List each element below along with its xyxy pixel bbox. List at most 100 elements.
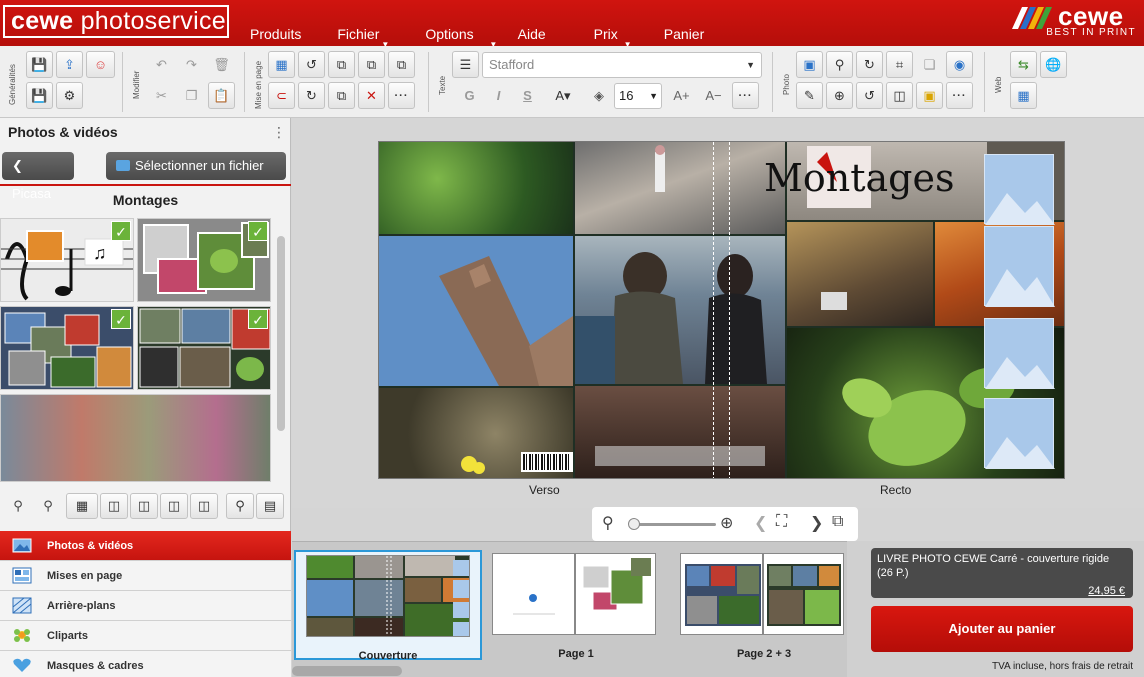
photo-mirror-button[interactable]: ◫	[886, 82, 913, 109]
save-as-button[interactable]: 💾	[26, 82, 53, 109]
previous-page-icon[interactable]: ❮	[754, 513, 767, 533]
upload-button[interactable]: ⇪	[56, 51, 83, 78]
sort-button-2[interactable]: ◫	[130, 493, 158, 519]
empty-photo-placeholder[interactable]	[984, 154, 1055, 225]
nav-photos-videos[interactable]: Photos & vidéos	[0, 531, 291, 561]
select-file-button[interactable]: Sélectionner un fichier	[106, 152, 286, 180]
zoom-in-thumbs-button[interactable]: ⚲	[34, 493, 62, 519]
page-thumb-1[interactable]: Page 1	[482, 550, 670, 660]
page-thumb-2-3[interactable]: Page 2 + 3	[670, 550, 858, 660]
add-photo-button[interactable]: ▣	[796, 51, 823, 78]
photo-frame-office[interactable]	[787, 222, 933, 326]
zoom-out-icon[interactable]: ⚲	[602, 513, 614, 533]
picasa-back-button[interactable]: ❮ Picasa	[2, 152, 74, 201]
photo-frame-tower[interactable]	[379, 236, 573, 386]
menu-aide[interactable]: Aide	[518, 0, 546, 46]
cewe-photoservice-logo[interactable]: cewe photoservice	[3, 5, 229, 38]
info-button[interactable]: ▤	[256, 493, 284, 519]
delete-button[interactable]: 🗑	[208, 51, 235, 78]
web-share-button[interactable]: ⇆	[1010, 51, 1037, 78]
photo-thumbnail[interactable]: ✓	[137, 218, 271, 302]
product-price[interactable]: 24,95 €	[1088, 584, 1125, 598]
italic-button[interactable]: I	[485, 82, 512, 109]
filter-button[interactable]: ⚲	[226, 493, 254, 519]
grid-button[interactable]: ▦	[268, 51, 295, 78]
zoom-slider-track[interactable]	[630, 523, 716, 526]
send-back-button[interactable]: ⧉	[328, 82, 355, 109]
more-photo-button[interactable]: ···	[946, 82, 973, 109]
grid-view-button[interactable]: ▦	[66, 493, 98, 519]
undo-button[interactable]: ↶	[148, 51, 175, 78]
magnet-button[interactable]: ⊂	[268, 82, 295, 109]
bring-to-front-button[interactable]: ⧉	[388, 51, 415, 78]
bold-button[interactable]: G	[456, 82, 483, 109]
sort-button-3[interactable]: ◫	[160, 493, 188, 519]
photo-thumbnail[interactable]: ♫ ✓	[0, 218, 134, 302]
nav-masks-frames[interactable]: Masques & cadres	[0, 651, 291, 677]
rotate-left-button[interactable]: ↺	[298, 51, 325, 78]
empty-photo-placeholder[interactable]	[984, 398, 1055, 469]
empty-photo-placeholder[interactable]	[984, 226, 1055, 307]
font-family-select[interactable]: Stafford ▼	[482, 52, 762, 78]
photo-zoom-button[interactable]: ⚲	[826, 51, 853, 78]
remove-layer-button[interactable]: ✕	[358, 82, 385, 109]
copy-button[interactable]: ❐	[178, 82, 205, 109]
save-button[interactable]: 💾	[26, 51, 53, 78]
photo-zoom-in-button[interactable]: ⊕	[826, 82, 853, 109]
photo-frame-button[interactable]: ▣	[916, 82, 943, 109]
photo-shadow-button[interactable]: ❏	[916, 51, 943, 78]
book-spread[interactable]: Montages	[378, 141, 1065, 479]
thumbnail-scrollbar[interactable]	[276, 236, 286, 436]
add-to-cart-button[interactable]: Ajouter au panier	[871, 606, 1133, 652]
underline-button[interactable]: S	[514, 82, 541, 109]
next-page-icon[interactable]: ❯	[810, 513, 823, 533]
nav-backgrounds[interactable]: Arrière-plans	[0, 591, 291, 621]
increase-font-button[interactable]: A+	[668, 82, 695, 109]
zoom-in-icon[interactable]: ⊕	[720, 513, 733, 533]
panel-options-icon[interactable]: ⋮	[272, 124, 286, 141]
photo-frame-street[interactable]	[575, 142, 785, 234]
photo-effects-button[interactable]: ◉	[946, 51, 973, 78]
nav-cliparts[interactable]: Cliparts	[0, 621, 291, 651]
photo-frame-plants[interactable]	[379, 142, 573, 234]
menu-options[interactable]: Options ▼	[425, 0, 497, 49]
fullscreen-icon[interactable]: ⛶	[776, 513, 787, 531]
cut-button[interactable]: ✂	[148, 82, 175, 109]
photo-rotate-button[interactable]: ↻	[856, 51, 883, 78]
add-text-button[interactable]: ☰	[452, 51, 479, 78]
web-globe-button[interactable]: 🌐	[1040, 51, 1067, 78]
settings-button[interactable]: ⚙	[56, 82, 83, 109]
font-size-select[interactable]: 16 ▼	[614, 83, 662, 109]
web-qr-button[interactable]: ▦	[1010, 82, 1037, 109]
photo-frame-room[interactable]	[575, 386, 785, 478]
menu-panier[interactable]: Panier	[664, 0, 704, 46]
menu-prix[interactable]: Prix ▼	[594, 0, 632, 49]
photo-frame-people[interactable]	[575, 236, 785, 384]
empty-photo-placeholder[interactable]	[984, 318, 1055, 389]
assistant-button[interactable]: ☺	[86, 51, 115, 78]
rotate-right-button[interactable]: ↻	[298, 82, 325, 109]
page-thumb-cover[interactable]: Couverture	[294, 550, 482, 662]
sort-button-4[interactable]: ◫	[190, 493, 218, 519]
bring-forward-button[interactable]: ⧉	[358, 51, 385, 78]
zoom-slider-handle[interactable]	[628, 518, 640, 530]
sort-button-1[interactable]: ◫	[100, 493, 128, 519]
menu-produits[interactable]: Produits	[250, 0, 301, 46]
photo-thumbnail-blurred[interactable]	[0, 394, 271, 482]
send-backward-button[interactable]: ⧉	[328, 51, 355, 78]
photo-crop-button[interactable]: ⌗	[886, 51, 913, 78]
zoom-out-thumbs-button[interactable]: ⚲	[4, 493, 32, 519]
menu-fichier[interactable]: Fichier ▼	[337, 0, 389, 49]
more-text-button[interactable]: ···	[732, 82, 759, 109]
redo-button[interactable]: ↷	[178, 51, 205, 78]
photo-rotate-left-button[interactable]: ↺	[856, 82, 883, 109]
spread-title-text[interactable]: Montages	[764, 156, 955, 200]
text-color-button[interactable]: A▾	[546, 82, 580, 109]
photo-thumbnail[interactable]: ✓	[0, 306, 134, 390]
nav-layouts[interactable]: Mises en page	[0, 561, 291, 591]
page-arrange-icon[interactable]: ⧉	[832, 513, 843, 531]
photo-thumbnail[interactable]: ✓	[137, 306, 271, 390]
photo-edit-button[interactable]: ✎	[796, 82, 823, 109]
text-bg-color-button[interactable]: ◈	[584, 82, 614, 109]
decrease-font-button[interactable]: A−	[700, 82, 727, 109]
